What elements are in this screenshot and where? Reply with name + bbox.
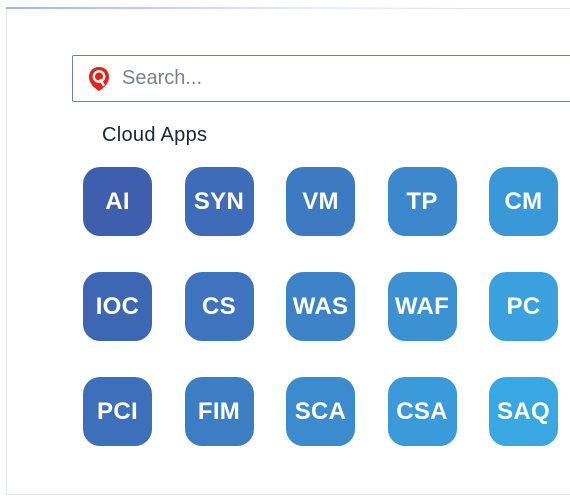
panel-top-highlight bbox=[6, 7, 466, 9]
app-tile-saq[interactable]: SAQ bbox=[489, 377, 558, 446]
app-tile-was[interactable]: WAS bbox=[286, 272, 355, 341]
app-tile-pc[interactable]: PC bbox=[489, 272, 558, 341]
app-tile-cs[interactable]: CS bbox=[184, 272, 254, 341]
search-box[interactable] bbox=[72, 55, 570, 102]
app-tile-fim[interactable]: FIM bbox=[184, 377, 254, 446]
search-input[interactable] bbox=[122, 67, 482, 90]
app-tile-vm[interactable]: VM bbox=[286, 167, 355, 236]
app-tile-pci[interactable]: PCI bbox=[83, 377, 152, 446]
qualys-shield-icon bbox=[89, 66, 109, 91]
app-tile-sca[interactable]: SCA bbox=[286, 377, 355, 446]
app-tile-ioc[interactable]: IOC bbox=[83, 272, 152, 341]
app-tile-ai[interactable]: AI bbox=[83, 167, 152, 236]
app-tile-waf[interactable]: WAF bbox=[387, 272, 457, 341]
app-tile-tp[interactable]: TP bbox=[387, 167, 457, 236]
app-tile-cm[interactable]: CM bbox=[489, 167, 558, 236]
cloud-apps-grid: AI SYN VM TP CM IOC CS WAS WAF PC PCI FI… bbox=[83, 167, 558, 446]
app-tile-syn[interactable]: SYN bbox=[184, 167, 254, 236]
app-tile-csa[interactable]: CSA bbox=[387, 377, 457, 446]
section-title: Cloud Apps bbox=[102, 124, 208, 146]
